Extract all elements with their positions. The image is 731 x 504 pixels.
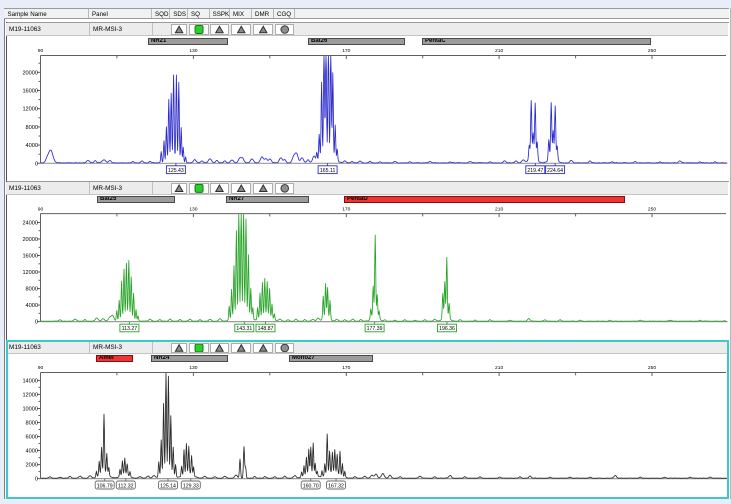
svg-text:20000: 20000 bbox=[22, 70, 38, 76]
svg-text:16000: 16000 bbox=[22, 89, 38, 95]
svg-text:165.11: 165.11 bbox=[320, 168, 336, 174]
svg-text:250: 250 bbox=[648, 48, 656, 54]
svg-text:210: 210 bbox=[495, 207, 503, 213]
svg-text:90: 90 bbox=[38, 48, 44, 54]
svg-text:170: 170 bbox=[342, 48, 350, 54]
svg-text:8000: 8000 bbox=[26, 287, 38, 293]
svg-text:130: 130 bbox=[189, 48, 197, 54]
svg-text:0: 0 bbox=[35, 161, 38, 167]
svg-text:196.36: 196.36 bbox=[439, 326, 455, 332]
svg-text:12000: 12000 bbox=[22, 107, 38, 113]
svg-text:16000: 16000 bbox=[22, 254, 38, 260]
svg-text:0: 0 bbox=[35, 320, 38, 326]
svg-text:170: 170 bbox=[342, 207, 350, 213]
svg-text:4000: 4000 bbox=[26, 303, 38, 309]
svg-text:20000: 20000 bbox=[22, 237, 38, 243]
svg-text:125.43: 125.43 bbox=[168, 168, 184, 174]
svg-text:90: 90 bbox=[38, 207, 44, 213]
svg-text:224.64: 224.64 bbox=[547, 168, 563, 174]
svg-text:143.31: 143.31 bbox=[236, 326, 252, 332]
svg-text:210: 210 bbox=[495, 48, 503, 54]
svg-text:148.87: 148.87 bbox=[258, 326, 274, 332]
svg-text:12000: 12000 bbox=[22, 270, 38, 276]
svg-text:177.39: 177.39 bbox=[367, 326, 383, 332]
svg-text:113.27: 113.27 bbox=[122, 326, 138, 332]
svg-text:24000: 24000 bbox=[22, 221, 38, 227]
svg-text:4000: 4000 bbox=[26, 143, 38, 149]
svg-text:219.47: 219.47 bbox=[527, 168, 543, 174]
svg-text:130: 130 bbox=[189, 207, 197, 213]
svg-text:8000: 8000 bbox=[26, 125, 38, 131]
svg-text:250: 250 bbox=[648, 207, 656, 213]
